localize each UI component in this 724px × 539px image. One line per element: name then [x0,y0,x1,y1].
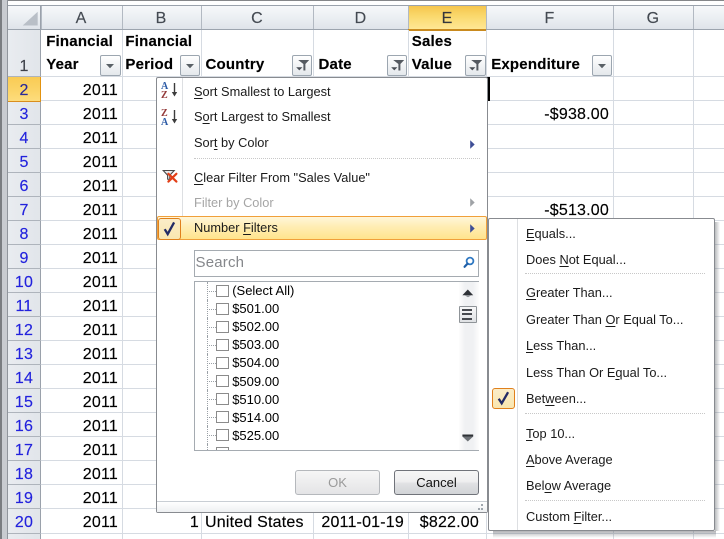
svg-text:Z: Z [161,90,168,99]
svg-text:A: A [161,117,169,126]
